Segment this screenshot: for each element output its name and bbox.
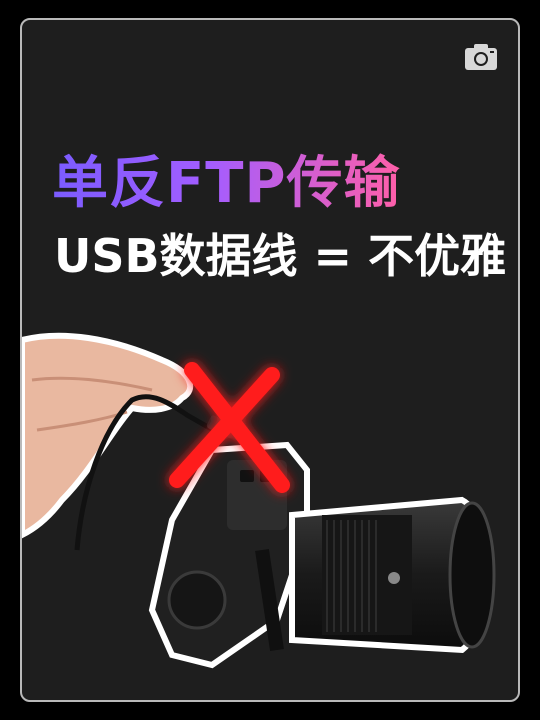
title-line-2: USB数据线 = 不优雅 [54, 229, 507, 283]
camera-lens [289, 496, 496, 654]
camera-icon[interactable] [464, 42, 498, 72]
post-card: 单反FTP传输 USB数据线 = 不优雅 [20, 18, 520, 702]
camera-photo [22, 332, 496, 669]
title-line-1: 单反FTP传输 [52, 138, 401, 219]
